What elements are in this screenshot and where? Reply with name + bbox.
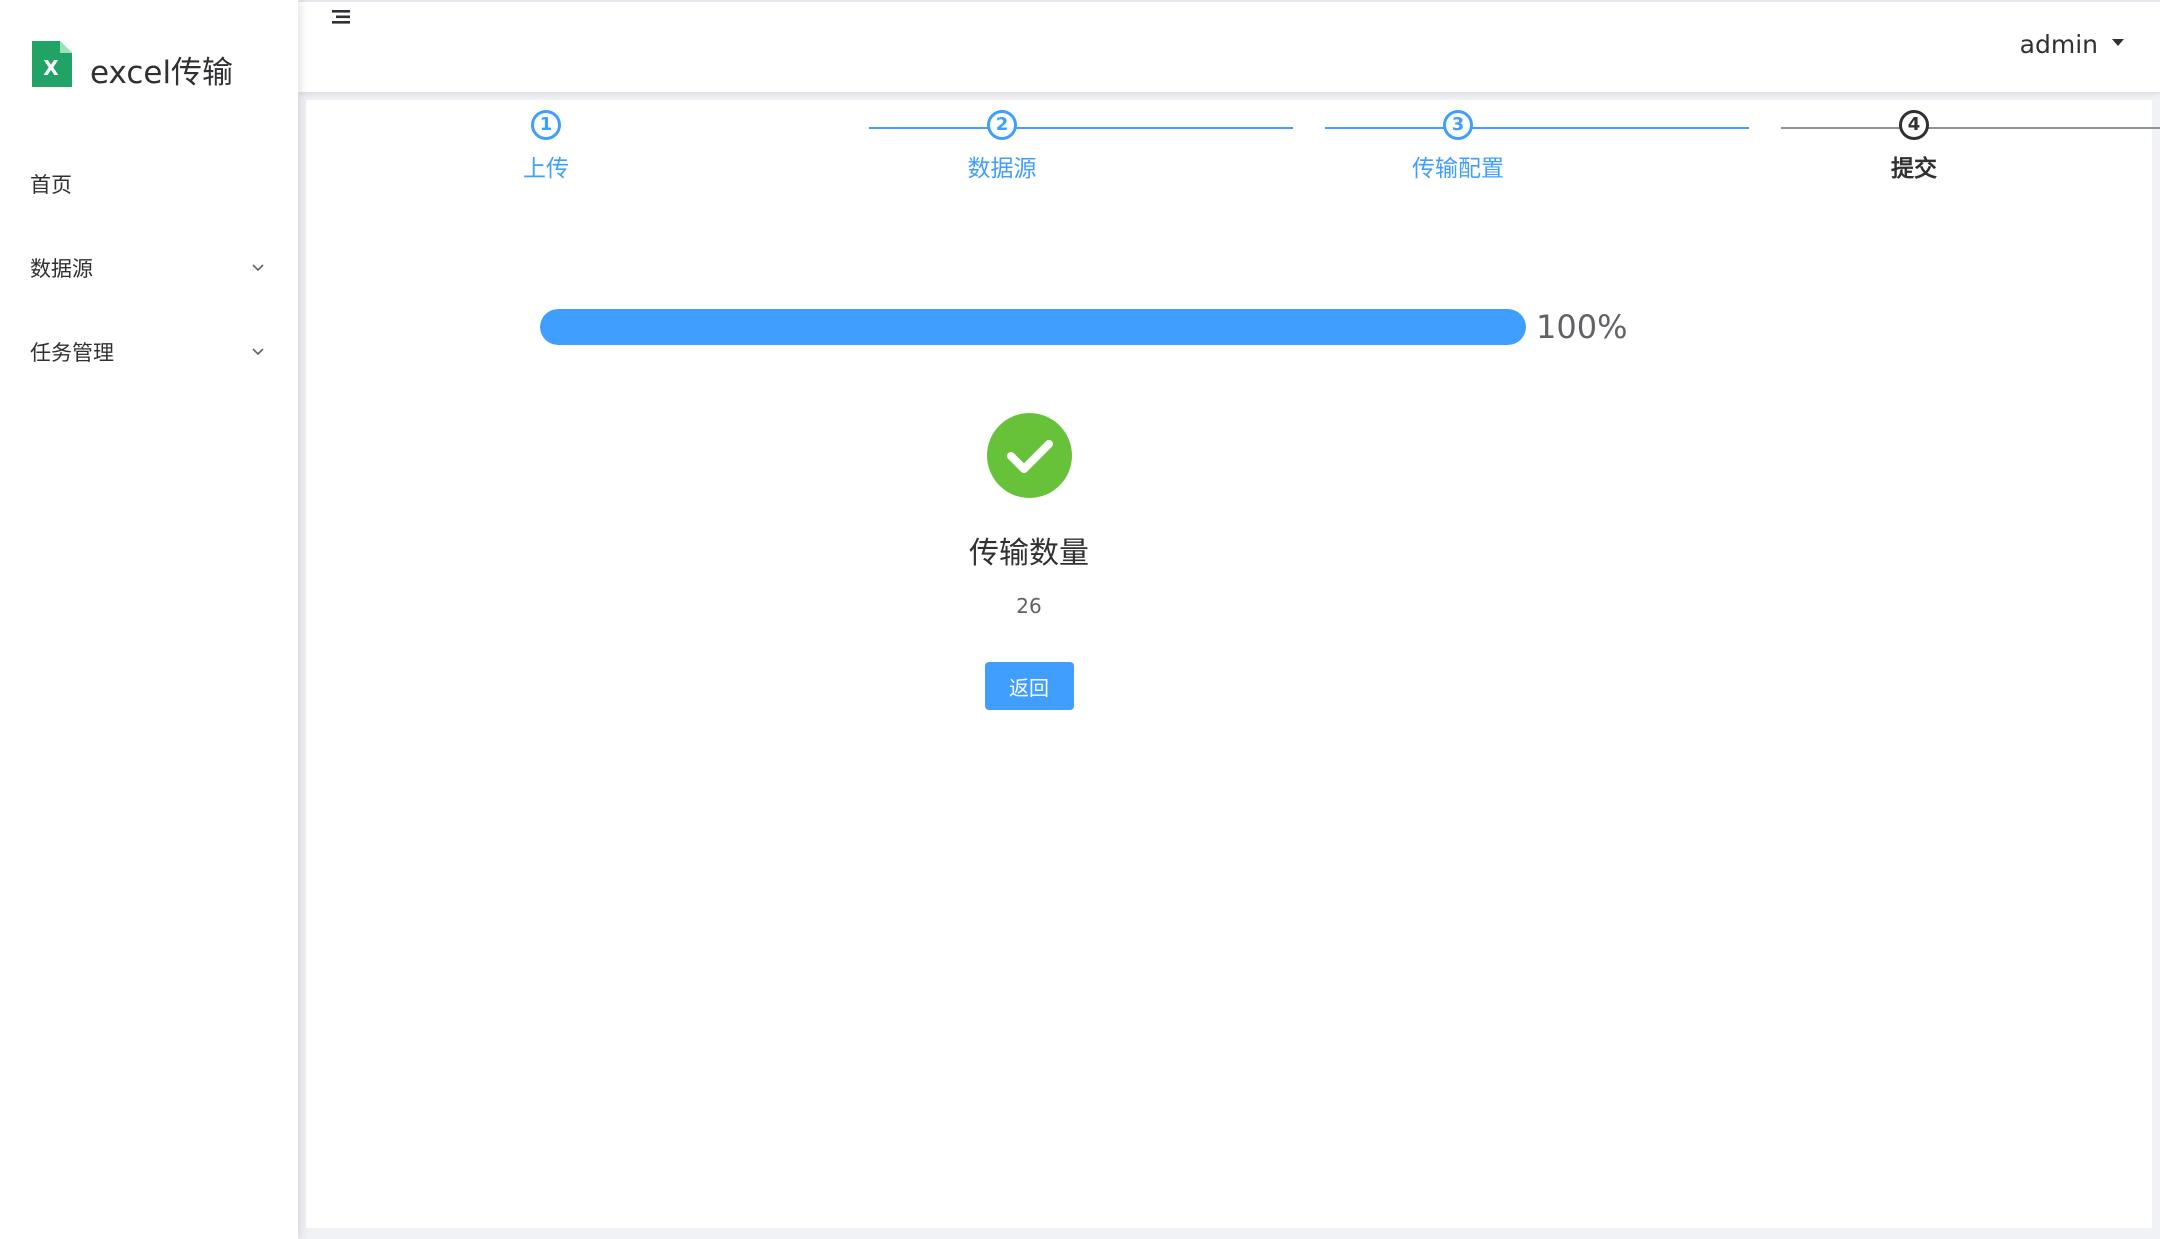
step-number: 1 [531, 110, 561, 140]
sidebar: X excel传输 首页 数据源 任务管理 [0, 0, 298, 1239]
username: admin [2019, 30, 2098, 59]
step-transfer-config: 3 传输配置 [1348, 110, 1568, 183]
chevron-down-icon [248, 258, 268, 278]
step-title: 数据源 [967, 156, 1037, 182]
sidebar-item-task-management[interactable]: 任务管理 [0, 310, 298, 394]
app-title: excel传输 [90, 54, 234, 91]
chevron-down-icon [248, 342, 268, 362]
sidebar-item-label: 数据源 [30, 257, 93, 281]
sidebar-item-label: 首页 [30, 173, 72, 197]
caret-down-icon [2112, 39, 2124, 46]
hamburger-menu-icon[interactable] [332, 8, 352, 26]
step-number: 2 [987, 110, 1017, 140]
step-number: 4 [1899, 110, 1929, 140]
svg-text:X: X [43, 56, 59, 80]
sidebar-item-label: 任务管理 [30, 341, 114, 365]
sidebar-item-datasource[interactable]: 数据源 [0, 226, 298, 310]
step-title: 提交 [1891, 156, 1937, 182]
progress-percent: 100% [1536, 308, 1628, 346]
progress-fill [540, 309, 1526, 345]
sidebar-menu: 首页 数据源 任务管理 [0, 142, 298, 394]
step-datasource: 2 数据源 [892, 110, 1112, 183]
step-title: 传输配置 [1412, 156, 1504, 182]
steps-bar: 1 上传 2 数据源 3 传输配置 4 提交 [306, 100, 2160, 220]
progress-bar: 100% [540, 308, 1627, 346]
app-logo[interactable]: X excel传输 [32, 34, 233, 94]
excel-file-icon: X [32, 41, 72, 87]
result-title: 传输数量 [969, 536, 1089, 571]
main-content: 1 上传 2 数据源 3 传输配置 4 提交 100% 传输数量 26 返回 [306, 100, 2160, 1228]
step-upload: 1 上传 [436, 110, 656, 183]
back-button[interactable]: 返回 [984, 662, 1074, 710]
user-dropdown[interactable]: admin [2020, 30, 2124, 59]
top-header: admin [298, 0, 2160, 92]
result-panel: 传输数量 26 返回 [879, 413, 1179, 710]
transfer-count: 26 [1016, 594, 1042, 618]
success-check-icon [986, 413, 1072, 498]
step-submit: 4 提交 [1804, 110, 2024, 183]
sidebar-item-home[interactable]: 首页 [0, 142, 298, 226]
step-title: 上传 [523, 156, 569, 182]
step-number: 3 [1443, 110, 1473, 140]
progress-track [540, 309, 1526, 345]
